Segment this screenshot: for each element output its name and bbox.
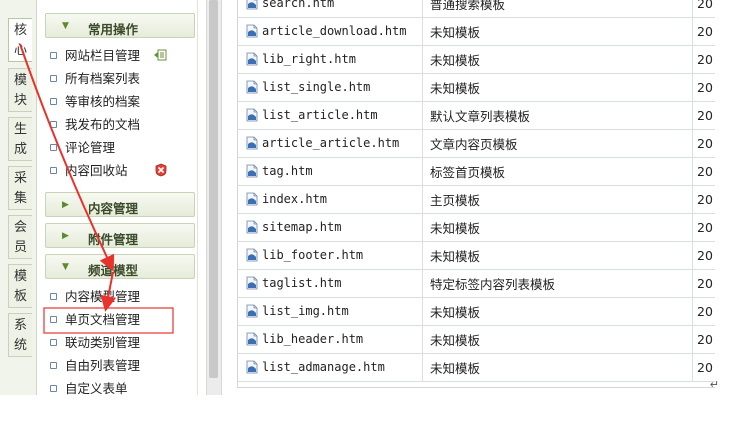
annotation-highlight-box	[43, 307, 174, 334]
annotation-overlay	[19, 43, 174, 334]
annotation-arrow	[19, 43, 115, 272]
return-mark: ↵	[709, 378, 719, 391]
annotation-arrow	[100, 271, 117, 312]
